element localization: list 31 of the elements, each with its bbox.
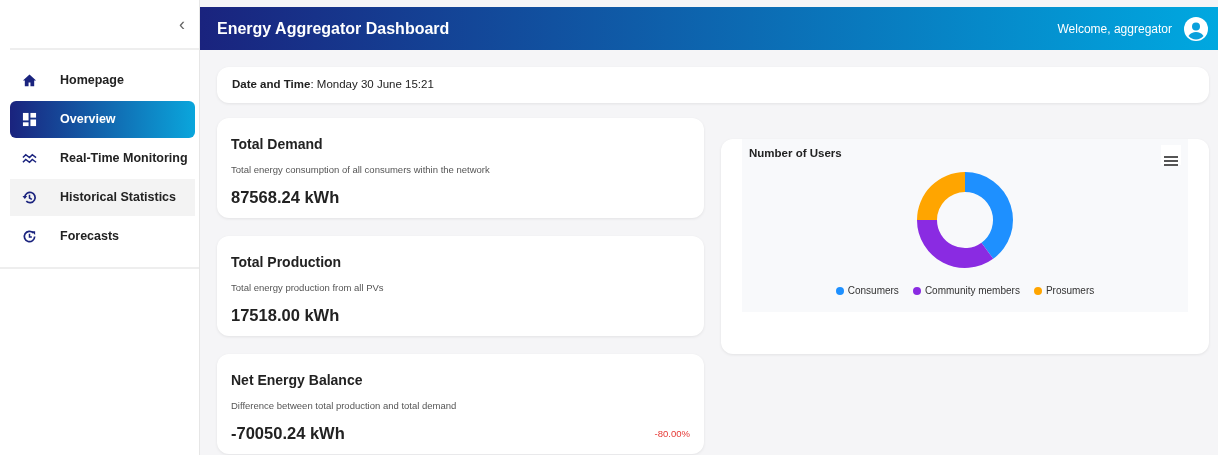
metric-title: Net Energy Balance (231, 371, 364, 390)
dashboard-icon (22, 112, 37, 127)
legend-label: Community members (924, 284, 1020, 298)
metric-description: Total energy consumption of all consumers within the network (231, 163, 491, 177)
metric-title: Total Production (231, 253, 343, 272)
sidebar-item[interactable]: Historical Statistics (10, 179, 195, 216)
home-icon (22, 73, 37, 88)
dashboard-title: Energy Aggregator Dashboard (217, 18, 450, 39)
legend-label: Prosumers (1045, 284, 1095, 298)
metric-title: Total Demand (231, 135, 324, 154)
wave-chart-icon (22, 151, 37, 166)
welcome-text: Welcome, aggregator (1057, 20, 1172, 38)
menu-button[interactable] (1161, 145, 1181, 165)
metric-value: 87568.24 kWh (231, 187, 340, 209)
metric-value: 17518.00 kWh (231, 305, 340, 327)
datetime-text: Date and Time: Monday 30 June 15:21 (232, 77, 434, 93)
metric-value: -70050.24 kWh (231, 423, 345, 445)
metric-description: Total energy production from all PVs (231, 281, 385, 295)
collapse-button[interactable]: ‹ (179, 15, 185, 33)
metric-description: Difference between total production and total demand (231, 399, 458, 413)
sidebar-item[interactable]: Real-Time Monitoring (10, 140, 195, 177)
sidebar-item[interactable]: Homepage (10, 62, 195, 99)
sidebar-item[interactable]: Forecasts (10, 218, 195, 255)
history-icon (22, 190, 37, 205)
refresh-clock-icon (22, 229, 37, 244)
chart-title: Number of Users (749, 146, 842, 161)
user-avatar-icon[interactable] (1184, 16, 1208, 41)
sidebar-item[interactable]: Overview (10, 101, 195, 138)
change-percentage: -80.00% (654, 426, 690, 441)
menu-icon (1164, 154, 1178, 167)
legend-label: Consumers (847, 284, 899, 298)
